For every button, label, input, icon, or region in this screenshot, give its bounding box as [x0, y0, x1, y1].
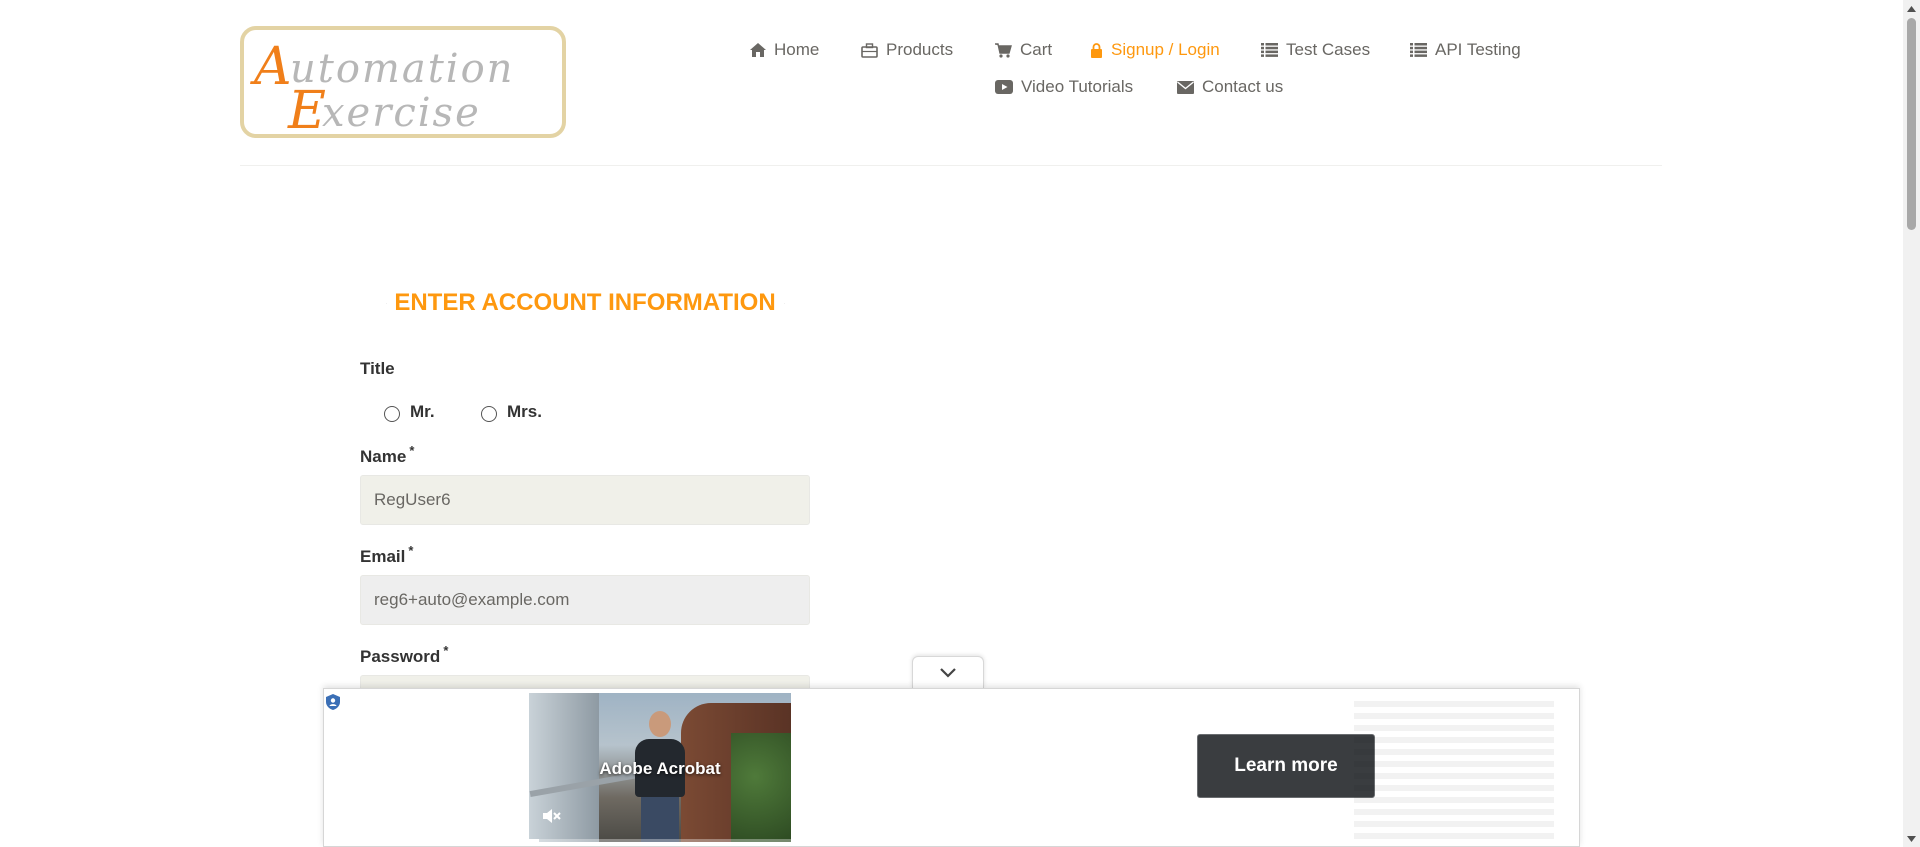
scroll-up-button[interactable]	[1903, 0, 1920, 17]
nav-label: Contact us	[1202, 77, 1284, 96]
nav-contact-us[interactable]: Contact us	[1177, 77, 1283, 97]
nav-label: Signup / Login	[1111, 40, 1220, 59]
nav-home[interactable]: Home	[750, 40, 819, 60]
nav-label: Home	[774, 40, 820, 59]
email-label: Email *	[360, 543, 414, 566]
main-nav: Home Products Cart Signup / Login Test C…	[0, 36, 1920, 106]
briefcase-icon	[861, 42, 878, 58]
nav-test-cases[interactable]: Test Cases	[1261, 40, 1370, 60]
required-mark: *	[409, 443, 415, 458]
ad-video-scenery	[731, 733, 791, 842]
section-title: ENTER ACCOUNT INFORMATION	[378, 288, 792, 318]
nav-cart[interactable]: Cart	[995, 40, 1052, 60]
nav-products[interactable]: Products	[861, 40, 953, 60]
chevron-down-icon	[940, 668, 956, 678]
learn-more-button[interactable]: Learn more	[1197, 734, 1375, 798]
radio-mr-label: Mr.	[410, 402, 435, 421]
ad-video[interactable]: Adobe Acrobat	[529, 693, 791, 842]
ad-info-icon[interactable]	[324, 693, 342, 711]
nav-label: Cart	[1020, 40, 1053, 59]
arrow-down-icon	[1907, 835, 1916, 842]
title-option-mr[interactable]: Mr.	[384, 402, 435, 422]
page-scrollbar[interactable]	[1903, 0, 1920, 847]
scroll-down-button[interactable]	[1903, 830, 1920, 847]
youtube-icon	[995, 80, 1013, 94]
name-label: Name *	[360, 443, 415, 466]
home-icon	[750, 43, 766, 57]
required-mark: *	[443, 643, 449, 658]
nav-api-testing[interactable]: API Testing	[1410, 40, 1521, 60]
ad-watermark	[1354, 699, 1554, 839]
ad-collapse-button[interactable]	[912, 656, 984, 688]
name-field[interactable]: RegUser6	[360, 475, 810, 525]
envelope-icon	[1177, 80, 1194, 94]
nav-signup-login[interactable]: Signup / Login	[1090, 40, 1220, 60]
ad-brand: Adobe Acrobat	[599, 759, 721, 778]
nav-label: Test Cases	[1286, 40, 1371, 59]
lock-icon	[1091, 42, 1102, 58]
title-label: Title	[360, 359, 395, 378]
title-option-mrs[interactable]: Mrs.	[481, 402, 542, 422]
cart-icon	[995, 42, 1012, 58]
arrow-up-icon	[1907, 5, 1916, 12]
radio-mrs[interactable]	[481, 406, 497, 422]
list-icon	[1261, 43, 1278, 57]
list-icon	[1410, 43, 1427, 57]
radio-mr[interactable]	[384, 406, 400, 422]
radio-mrs-label: Mrs.	[507, 402, 542, 421]
ad-video-progress	[529, 839, 791, 842]
nav-label: Products	[886, 40, 954, 59]
header-divider	[240, 165, 1662, 166]
nav-label: Video Tutorials	[1021, 77, 1134, 96]
email-field[interactable]: reg6+auto@example.com	[360, 575, 810, 625]
ad-banner: Adobe Acrobat Learn more	[323, 688, 1580, 847]
required-mark: *	[408, 543, 414, 558]
password-label: Password *	[360, 643, 449, 666]
nav-label: API Testing	[1435, 40, 1521, 59]
nav-video-tutorials[interactable]: Video Tutorials	[995, 77, 1133, 97]
ad-video-progress-fill	[529, 839, 540, 842]
scroll-thumb[interactable]	[1907, 18, 1916, 230]
mute-icon[interactable]	[541, 807, 561, 825]
